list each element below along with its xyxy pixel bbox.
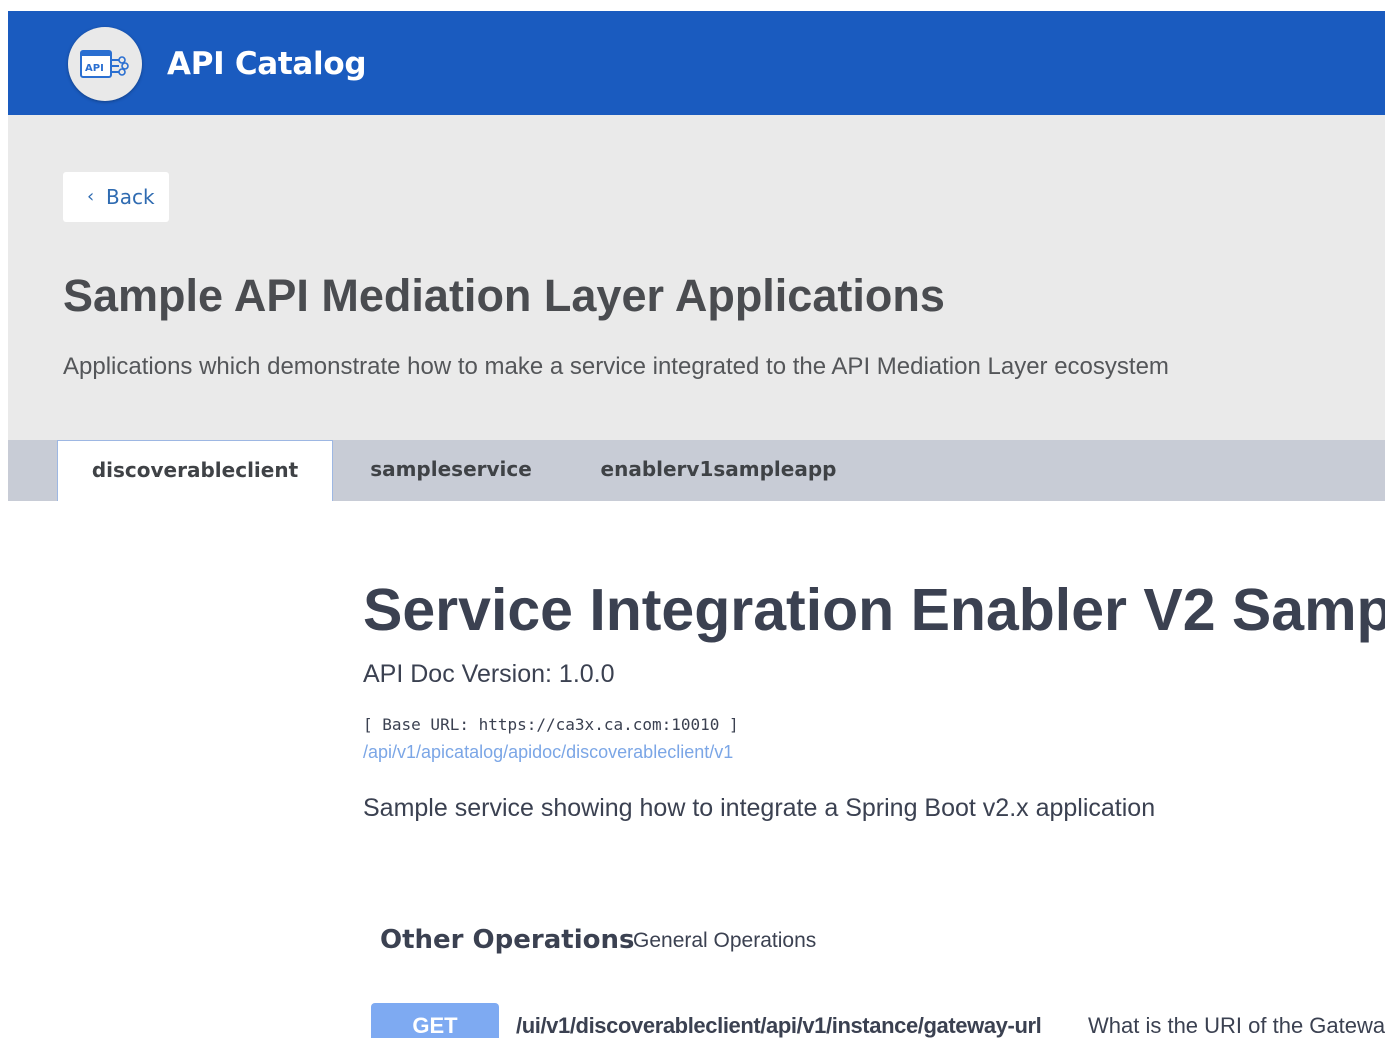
top-bar: API API Catalog bbox=[8, 11, 1385, 115]
operations-group-description: General Operations bbox=[633, 929, 817, 952]
base-url: [ Base URL: https://ca3x.ca.com:10010 ] bbox=[363, 715, 739, 734]
service-description: Applications which demonstrate how to ma… bbox=[63, 353, 1169, 380]
api-doc-version: API Doc Version: 1.0.0 bbox=[363, 660, 615, 688]
get-method-badge[interactable]: GET bbox=[371, 1003, 499, 1038]
api-logo-icon: API bbox=[80, 50, 129, 78]
tab-enablerv1sampleapp[interactable]: enablerv1sampleapp bbox=[569, 440, 868, 501]
back-button-label: Back bbox=[106, 185, 155, 209]
tab-sampleservice[interactable]: sampleservice bbox=[333, 440, 569, 501]
tab-discoverableclient[interactable]: discoverableclient bbox=[57, 440, 333, 501]
swagger-content: Service Integration Enabler V2 Sample Ap… bbox=[363, 501, 1385, 1038]
logo-text: API bbox=[85, 63, 104, 74]
app-title: API Catalog bbox=[167, 46, 367, 82]
operation-summary: What is the URI of the Gateway bbox=[1088, 1013, 1385, 1038]
api-tab-bar: discoverableclient sampleservice enabler… bbox=[8, 440, 1385, 501]
operations-group-title[interactable]: Other Operations bbox=[380, 922, 634, 958]
api-doc-title: Service Integration Enabler V2 Sample Ap… bbox=[363, 577, 1385, 643]
back-button[interactable]: ‹ Back bbox=[63, 172, 169, 222]
app-logo[interactable]: API bbox=[68, 27, 142, 101]
api-description: Sample service showing how to integrate … bbox=[363, 794, 1156, 822]
operation-path[interactable]: /ui/v1/discoverableclient/api/v1/instanc… bbox=[516, 1012, 1042, 1038]
chevron-left-icon: ‹ bbox=[87, 186, 95, 207]
api-doc-link[interactable]: /api/v1/apicatalog/apidoc/discoverablecl… bbox=[363, 740, 733, 764]
api-catalog-page: API API Catalog ‹ Back Sample API Mediat… bbox=[8, 11, 1385, 1038]
service-title: Sample API Mediation Layer Applications bbox=[63, 270, 945, 321]
